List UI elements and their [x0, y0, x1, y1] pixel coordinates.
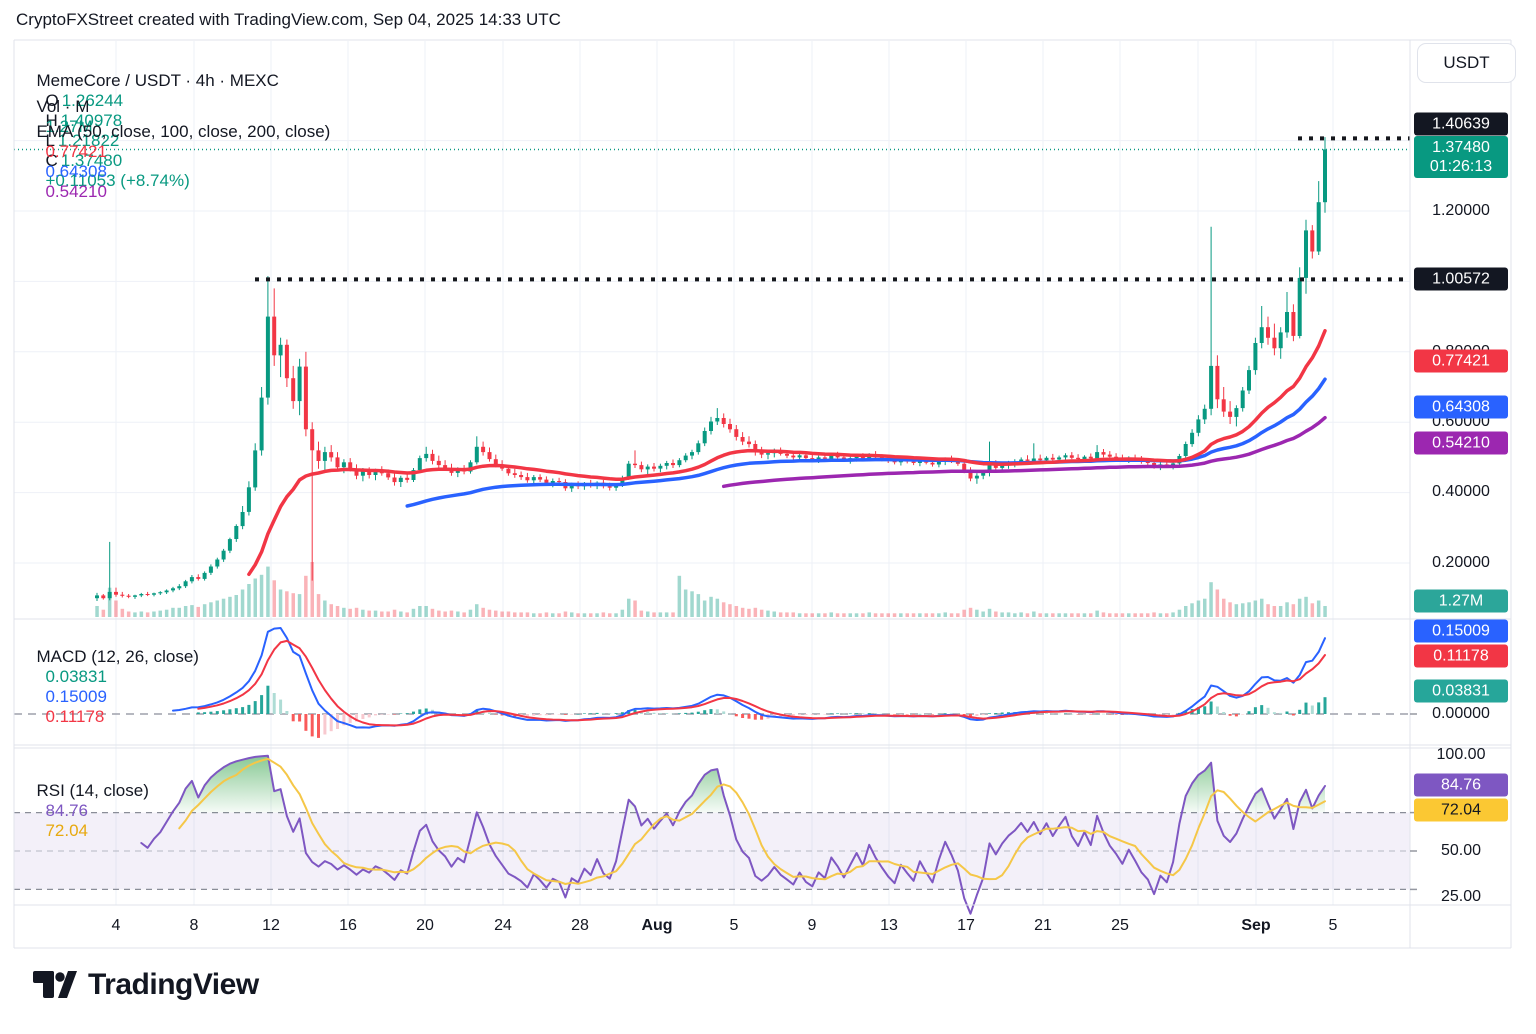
macd-label: MACD (12, 26, close) [36, 647, 199, 666]
rsi-value: 84.76 [45, 801, 88, 820]
ema50-value: 0.77421 [45, 142, 106, 161]
rsi-label: RSI (14, close) [36, 781, 148, 800]
rsi-legend-row[interactable]: RSI (14, close) 84.76 72.04 [27, 761, 149, 841]
ema100-value: 0.64308 [45, 162, 106, 181]
currency-unit-label: USDT [1443, 53, 1489, 73]
ema200-value: 0.54210 [45, 182, 106, 201]
currency-unit-button[interactable]: USDT [1417, 43, 1516, 83]
rsi-ma-value: 72.04 [45, 821, 88, 840]
macd-legend-row[interactable]: MACD (12, 26, close) 0.03831 0.15009 0.1… [27, 627, 199, 727]
ema-label: EMA (50, close, 100, close, 200, close) [36, 122, 330, 141]
tradingview-logo[interactable]: TradingView [33, 968, 259, 1002]
tradingview-logo-icon [33, 970, 77, 1000]
macd-signal-value: 0.11178 [45, 707, 104, 726]
brand-text: TradingView [88, 968, 259, 1002]
ema-legend-row[interactable]: EMA (50, close, 100, close, 200, close) … [27, 102, 330, 202]
macd-histogram-value: 0.03831 [45, 667, 106, 686]
macd-line-value: 0.15009 [45, 687, 106, 706]
